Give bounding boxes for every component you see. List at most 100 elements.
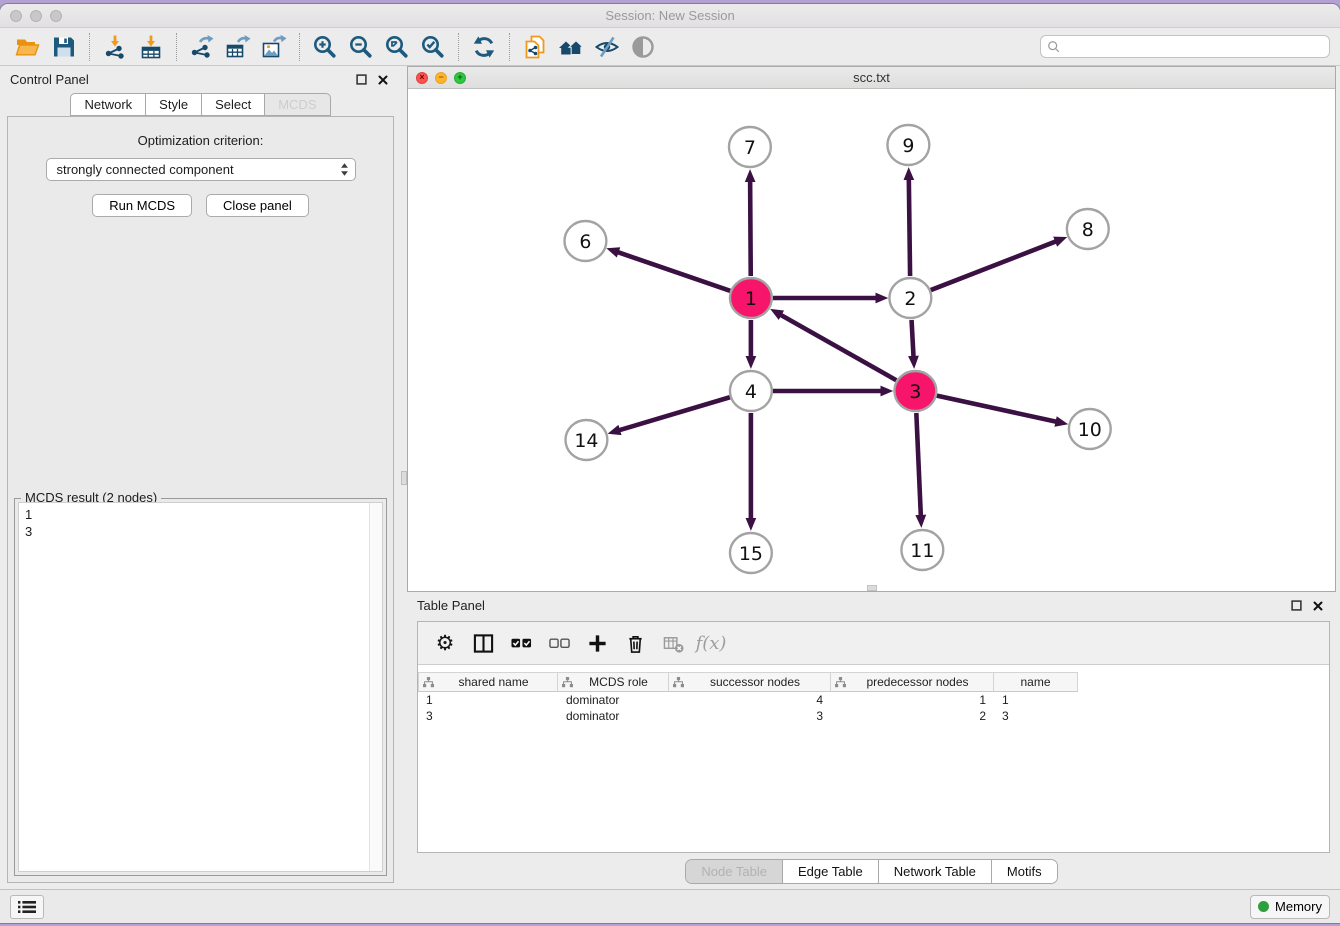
graph-edge-2-8[interactable]: [931, 241, 1057, 290]
tab-select[interactable]: Select: [202, 93, 265, 116]
export-table-button[interactable]: [220, 31, 256, 63]
import-network-button[interactable]: [97, 31, 133, 63]
task-history-button[interactable]: [10, 895, 44, 919]
create-column-button[interactable]: [580, 626, 614, 660]
tab-style[interactable]: Style: [146, 93, 202, 116]
table-cell[interactable]: 3: [418, 709, 558, 723]
graph-node-4[interactable]: 4: [730, 371, 772, 411]
close-panel-button[interactable]: [375, 72, 391, 88]
graph-edge-3-10[interactable]: [937, 396, 1058, 422]
graph-edge-2-9[interactable]: [909, 178, 910, 276]
network-zoom-button[interactable]: +: [454, 72, 466, 84]
trash-icon: [625, 633, 646, 654]
run-mcds-button[interactable]: Run MCDS: [92, 194, 192, 217]
zoom-in-button[interactable]: [307, 31, 343, 63]
tab-network[interactable]: Network: [70, 93, 146, 116]
table-cell[interactable]: 3: [994, 709, 1078, 723]
graph-node-6[interactable]: 6: [564, 221, 606, 261]
table-row[interactable]: 1dominator411: [418, 692, 1329, 708]
graph-node-10[interactable]: 10: [1069, 409, 1111, 449]
import-table-button[interactable]: [133, 31, 169, 63]
zoom-fit-button[interactable]: [379, 31, 415, 63]
close-panel-action-button[interactable]: Close panel: [206, 194, 309, 217]
graph-node-label: 4: [745, 381, 757, 403]
export-image-button[interactable]: [256, 31, 292, 63]
tab-node-table[interactable]: Node Table: [686, 860, 783, 883]
memory-button[interactable]: Memory: [1250, 895, 1330, 919]
graph-node-3[interactable]: 3: [894, 371, 936, 411]
search-input[interactable]: [1061, 36, 1323, 57]
graph-node-2[interactable]: 2: [889, 278, 931, 318]
function-builder-button[interactable]: f(x): [694, 626, 728, 660]
column-header-shared-name[interactable]: shared name: [418, 672, 558, 692]
hide-graphics-details-button[interactable]: [589, 31, 625, 63]
table-cell[interactable]: dominator: [558, 693, 669, 707]
deselect-all-columns-button[interactable]: [542, 626, 576, 660]
tab-motifs[interactable]: Motifs: [992, 860, 1057, 883]
show-view-button[interactable]: [625, 31, 661, 63]
float-panel-button[interactable]: [353, 72, 369, 88]
tab-network-table[interactable]: Network Table: [879, 860, 992, 883]
canvas-bottom-grip[interactable]: [867, 585, 877, 591]
network-window-titlebar: × − + scc.txt: [408, 67, 1335, 89]
table-cell[interactable]: 2: [831, 709, 994, 723]
control-panel-header: Control Panel: [0, 66, 401, 93]
control-panel-title: Control Panel: [10, 72, 89, 87]
zoom-selected-button[interactable]: [415, 31, 451, 63]
delete-table-button[interactable]: [656, 626, 690, 660]
mcds-result-area: 1 3: [18, 502, 383, 872]
graph-edge-3-11[interactable]: [916, 413, 921, 517]
graph-edge-1-7[interactable]: [750, 180, 751, 276]
table-panel-title: Table Panel: [417, 598, 485, 613]
graph-edge-4-14[interactable]: [618, 397, 730, 430]
slashed-eye-icon: [594, 34, 620, 60]
graph-node-15[interactable]: 15: [730, 533, 772, 573]
float-table-panel-button[interactable]: [1288, 598, 1304, 614]
table-cell[interactable]: 1: [831, 693, 994, 707]
save-session-button[interactable]: [46, 31, 82, 63]
mcds-result-text[interactable]: 1 3: [19, 503, 369, 871]
mcds-tab-content: Optimization criterion: strongly connect…: [7, 116, 394, 883]
zoom-out-button[interactable]: [343, 31, 379, 63]
delete-column-button[interactable]: [618, 626, 652, 660]
table-cell[interactable]: 4: [669, 693, 831, 707]
network-close-button[interactable]: ×: [416, 72, 428, 84]
network-graph[interactable]: 7 9 6 8 1 2 4 3 14 10 15 11: [408, 89, 1335, 591]
table-cell[interactable]: 3: [669, 709, 831, 723]
column-header-successor-nodes[interactable]: successor nodes: [669, 672, 831, 692]
home-networks-button[interactable]: [553, 31, 589, 63]
graph-node-9[interactable]: 9: [887, 125, 929, 165]
graph-node-1[interactable]: 1: [730, 278, 772, 318]
graph-edge-3-1[interactable]: [780, 314, 897, 380]
table-cell[interactable]: 1: [418, 693, 558, 707]
result-scrollbar[interactable]: [369, 503, 382, 871]
select-all-columns-button[interactable]: [504, 626, 538, 660]
close-table-panel-button[interactable]: [1310, 598, 1326, 614]
export-network-button[interactable]: [184, 31, 220, 63]
refresh-layout-button[interactable]: [466, 31, 502, 63]
criterion-select[interactable]: strongly connected component: [46, 158, 356, 181]
clone-network-button[interactable]: [517, 31, 553, 63]
zoom-fit-icon: [384, 34, 410, 60]
show-columns-button[interactable]: [466, 626, 500, 660]
graph-edge-1-6[interactable]: [617, 252, 731, 291]
graph-node-14[interactable]: 14: [565, 420, 607, 460]
column-header-name[interactable]: name: [994, 672, 1078, 692]
column-header-predecessor-nodes[interactable]: predecessor nodes: [831, 672, 994, 692]
graph-node-7[interactable]: 7: [729, 127, 771, 167]
search-box[interactable]: [1040, 35, 1330, 58]
table-cell[interactable]: 1: [994, 693, 1078, 707]
table-settings-button[interactable]: ⚙: [428, 626, 462, 660]
export-network-icon: [189, 34, 215, 60]
tab-mcds[interactable]: MCDS: [265, 93, 330, 116]
network-canvas[interactable]: 7 9 6 8 1 2 4 3 14 10 15 11: [408, 89, 1335, 591]
table-cell[interactable]: dominator: [558, 709, 669, 723]
graph-node-11[interactable]: 11: [901, 530, 943, 570]
open-session-button[interactable]: [10, 31, 46, 63]
graph-edge-2-3[interactable]: [912, 320, 914, 358]
network-minimize-button[interactable]: −: [435, 72, 447, 84]
graph-node-8[interactable]: 8: [1067, 209, 1109, 249]
tab-edge-table[interactable]: Edge Table: [783, 860, 879, 883]
column-header-MCDS-role[interactable]: MCDS role: [558, 672, 669, 692]
table-row[interactable]: 3dominator323: [418, 708, 1329, 724]
